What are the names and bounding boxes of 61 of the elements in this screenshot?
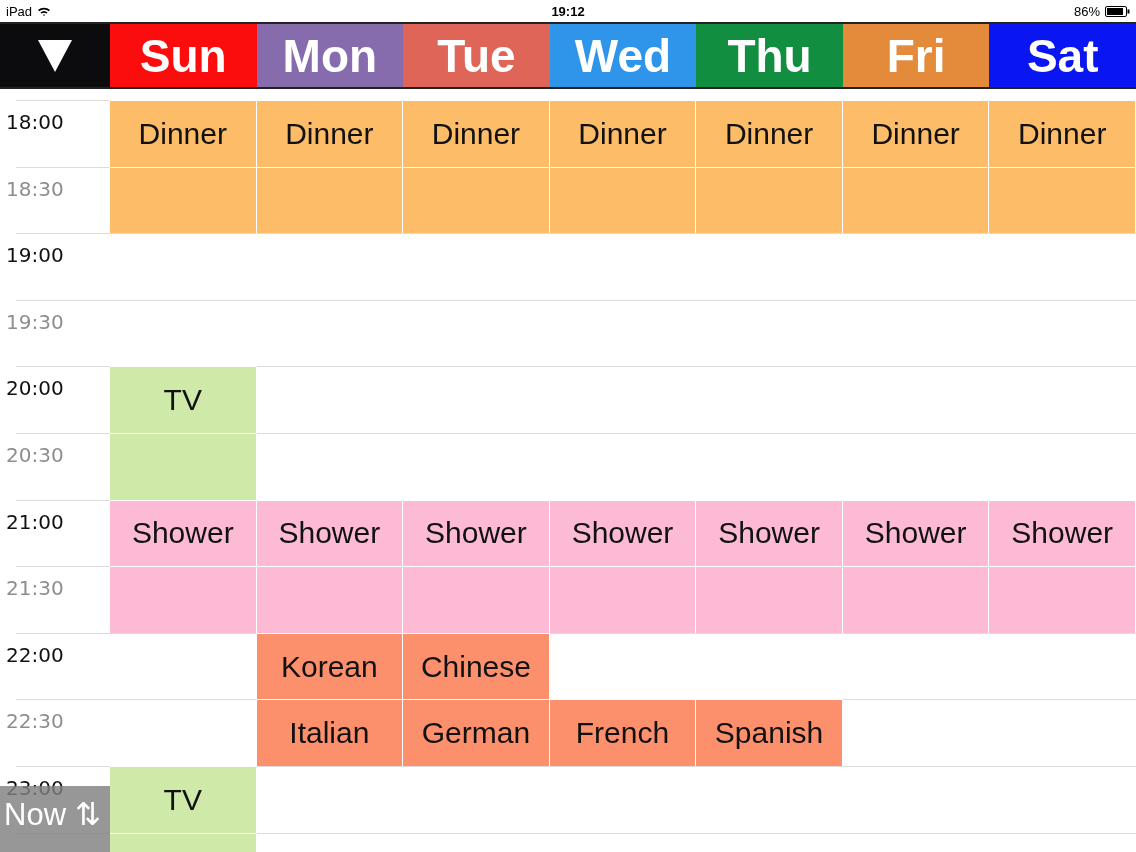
device-name: iPad (6, 3, 33, 19)
event-cell[interactable]: TV (110, 765, 257, 833)
event-cell[interactable]: Shower (989, 499, 1136, 567)
day-header: Thu (696, 24, 843, 87)
event-cell[interactable]: Dinner (110, 100, 257, 167)
wifi-icon (37, 5, 52, 17)
event-cell[interactable]: Spanish (696, 699, 843, 766)
event-cell[interactable]: Dinner (842, 100, 990, 167)
day-header: Mon (256, 24, 404, 87)
day-header: Sat (989, 24, 1136, 87)
time-label: 19:00 (6, 242, 65, 268)
event-cell[interactable] (696, 566, 843, 633)
event-cell[interactable] (256, 166, 404, 234)
event-cell[interactable]: Dinner (256, 100, 404, 167)
time-label: 21:30 (6, 575, 65, 601)
day-header: Sun (110, 24, 257, 87)
event-cell[interactable]: Shower (403, 499, 550, 567)
time-label: 20:00 (6, 375, 65, 401)
day-header: Wed (549, 24, 697, 87)
event-cell[interactable]: Shower (842, 499, 990, 567)
time-label: 21:00 (6, 508, 65, 534)
event-cell[interactable]: German (403, 699, 550, 766)
event-cell[interactable]: TV (110, 366, 257, 433)
event-cell[interactable] (842, 166, 990, 234)
event-cell[interactable]: Dinner (403, 100, 550, 167)
event-cell[interactable] (403, 566, 550, 633)
event-cell[interactable] (989, 166, 1136, 234)
day-header: Fri (842, 24, 990, 87)
event-cell[interactable]: Italian (256, 699, 404, 766)
time-label: 18:00 (6, 109, 65, 134)
event-cell[interactable]: French (549, 699, 697, 766)
event-cell[interactable]: Korean (256, 632, 404, 700)
event-cell[interactable] (403, 166, 550, 234)
battery-icon (1105, 5, 1130, 17)
event-cell[interactable] (256, 566, 404, 633)
event-cell[interactable] (989, 566, 1136, 633)
clock-time: 19:12 (551, 4, 585, 19)
event-cell[interactable] (549, 166, 697, 234)
time-label: 18:30 (6, 175, 65, 201)
event-cell[interactable] (110, 432, 257, 500)
time-label: 20:30 (6, 441, 65, 467)
time-label: 22:30 (6, 708, 65, 734)
event-cell[interactable] (110, 566, 257, 633)
event-cell[interactable]: Shower (696, 499, 843, 567)
time-label: 22:00 (6, 641, 65, 667)
event-cell[interactable]: Shower (549, 499, 697, 567)
day-header: Tue (403, 24, 550, 87)
event-cell[interactable]: Dinner (989, 100, 1136, 167)
event-cell[interactable]: Shower (256, 499, 404, 567)
time-label: 19:30 (6, 308, 65, 334)
event-cell[interactable]: Dinner (549, 100, 697, 167)
battery-percent: 86% (1073, 3, 1100, 19)
event-cell[interactable] (842, 566, 990, 633)
event-cell[interactable]: Dinner (696, 100, 843, 167)
event-cell[interactable] (549, 566, 697, 633)
triangle-down-icon (37, 38, 73, 73)
dropdown-button[interactable] (0, 24, 110, 87)
event-cell[interactable]: Shower (110, 499, 257, 567)
event-cell[interactable] (696, 166, 843, 234)
event-cell[interactable] (110, 166, 257, 234)
event-cell[interactable]: Chinese (403, 632, 550, 700)
